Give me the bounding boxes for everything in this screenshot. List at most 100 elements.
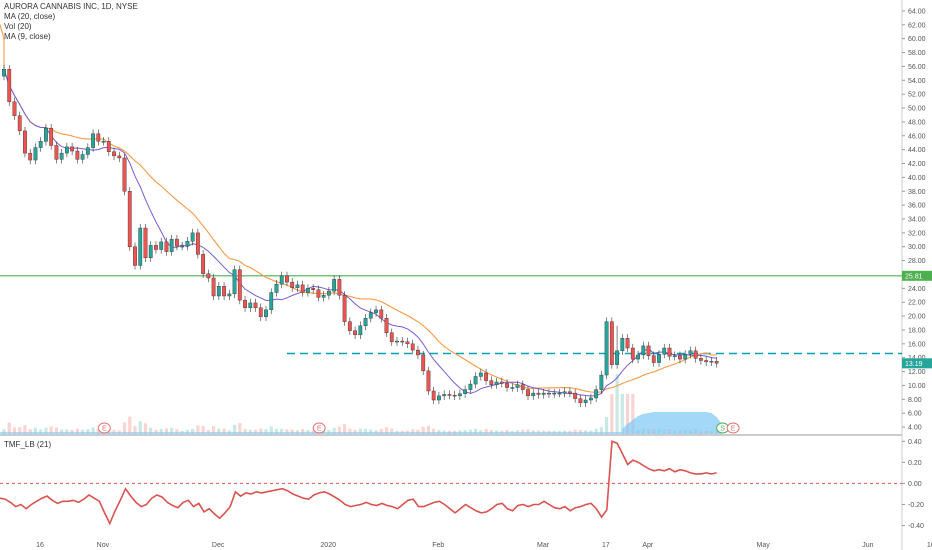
candle-body[interactable] bbox=[410, 343, 415, 351]
candle-body[interactable] bbox=[49, 127, 54, 146]
candle-body[interactable] bbox=[699, 358, 703, 361]
candle-body[interactable] bbox=[416, 349, 420, 356]
candle-body[interactable] bbox=[395, 340, 399, 343]
candle-body[interactable] bbox=[625, 338, 630, 349]
candle-body[interactable] bbox=[311, 288, 316, 290]
candle-body[interactable] bbox=[337, 279, 342, 296]
candle-body[interactable] bbox=[463, 389, 468, 394]
candle-body[interactable] bbox=[526, 389, 530, 397]
candle-body[interactable] bbox=[531, 392, 536, 397]
candle-body[interactable] bbox=[374, 309, 378, 313]
candle-body[interactable] bbox=[405, 341, 410, 345]
candle-body[interactable] bbox=[316, 289, 321, 298]
candle-body[interactable] bbox=[452, 394, 457, 397]
candle-body[interactable] bbox=[688, 350, 693, 355]
candle-body[interactable] bbox=[426, 370, 431, 392]
candle-body[interactable] bbox=[326, 290, 331, 296]
candle-body[interactable] bbox=[615, 350, 619, 365]
candle-body[interactable] bbox=[279, 275, 284, 285]
candle-body[interactable] bbox=[17, 115, 22, 132]
candle-body[interactable] bbox=[274, 283, 279, 293]
candle-body[interactable] bbox=[211, 277, 216, 297]
candle-body[interactable] bbox=[117, 155, 122, 159]
candle-body[interactable] bbox=[44, 127, 48, 142]
candle-body[interactable] bbox=[510, 387, 515, 389]
candle-body[interactable] bbox=[594, 389, 599, 399]
candle-body[interactable] bbox=[91, 133, 95, 148]
candle-body[interactable] bbox=[321, 295, 326, 298]
candle-body[interactable] bbox=[96, 133, 101, 142]
candle-body[interactable] bbox=[494, 381, 499, 385]
candle-body[interactable] bbox=[300, 284, 305, 293]
candle-body[interactable] bbox=[264, 309, 268, 317]
candle-body[interactable] bbox=[54, 145, 59, 160]
candle-body[interactable] bbox=[400, 340, 405, 343]
candle-body[interactable] bbox=[557, 392, 562, 395]
candle-body[interactable] bbox=[127, 191, 132, 247]
candle-body[interactable] bbox=[457, 393, 462, 397]
candle-body[interactable] bbox=[342, 295, 347, 322]
candle-body[interactable] bbox=[248, 302, 253, 308]
candle-body[interactable] bbox=[159, 241, 164, 250]
candle-body[interactable] bbox=[363, 317, 368, 327]
candle-body[interactable] bbox=[70, 146, 75, 152]
candle-body[interactable] bbox=[478, 372, 483, 377]
candle-body[interactable] bbox=[112, 151, 116, 157]
candle-body[interactable] bbox=[164, 241, 169, 252]
candle-body[interactable] bbox=[175, 238, 179, 247]
candle-body[interactable] bbox=[75, 150, 80, 160]
candle-body[interactable] bbox=[505, 383, 509, 388]
candle-body[interactable] bbox=[683, 354, 688, 360]
candle-body[interactable] bbox=[562, 391, 567, 394]
candle-body[interactable] bbox=[227, 293, 232, 297]
candle-body[interactable] bbox=[484, 372, 488, 381]
candle-body[interactable] bbox=[353, 330, 357, 336]
candle-body[interactable] bbox=[609, 321, 614, 365]
candle-body[interactable] bbox=[347, 321, 352, 331]
candle-body[interactable] bbox=[358, 325, 363, 336]
candle-body[interactable] bbox=[442, 394, 447, 397]
candle-body[interactable] bbox=[7, 68, 12, 102]
stock-chart[interactable]: 64.00 62.00 60.00 58.00 56.00 54.00 52.00 50.00… bbox=[0, 0, 932, 550]
candle-body[interactable] bbox=[64, 146, 69, 154]
candle-body[interactable] bbox=[169, 238, 174, 252]
candle-body[interactable] bbox=[28, 152, 33, 161]
candle-body[interactable] bbox=[33, 147, 38, 161]
candle-body[interactable] bbox=[258, 307, 263, 317]
candle-body[interactable] bbox=[620, 338, 625, 351]
candle-body[interactable] bbox=[290, 281, 295, 288]
candle-body[interactable] bbox=[243, 299, 247, 308]
candle-body[interactable] bbox=[368, 312, 373, 319]
candle-body[interactable] bbox=[599, 374, 604, 390]
candle-body[interactable] bbox=[295, 284, 300, 288]
candle-body[interactable] bbox=[667, 347, 672, 357]
candle-body[interactable] bbox=[106, 141, 111, 152]
candle-body[interactable] bbox=[662, 347, 667, 355]
candle-body[interactable] bbox=[693, 350, 698, 359]
candle-body[interactable] bbox=[672, 355, 677, 357]
candle-body[interactable] bbox=[143, 227, 148, 259]
candle-body[interactable] bbox=[185, 240, 190, 247]
candle-body[interactable] bbox=[657, 354, 661, 363]
candle-body[interactable] bbox=[468, 383, 473, 390]
candle-body[interactable] bbox=[499, 381, 504, 384]
tmf-line[interactable] bbox=[0, 440, 717, 526]
candle-body[interactable] bbox=[237, 269, 242, 301]
candle-body[interactable] bbox=[604, 321, 609, 376]
candle-body[interactable] bbox=[201, 254, 206, 274]
candle-body[interactable] bbox=[520, 384, 525, 390]
candle-body[interactable] bbox=[12, 101, 17, 116]
candle-body[interactable] bbox=[447, 394, 452, 396]
candle-body[interactable] bbox=[709, 360, 714, 363]
candle-body[interactable] bbox=[306, 288, 310, 293]
candle-body[interactable] bbox=[222, 286, 226, 297]
candle-body[interactable] bbox=[421, 354, 426, 372]
candle-body[interactable] bbox=[651, 355, 656, 363]
candle-body[interactable] bbox=[379, 309, 384, 319]
candle-body[interactable] bbox=[148, 245, 153, 259]
candle-body[interactable] bbox=[206, 273, 211, 279]
candle-body[interactable] bbox=[568, 391, 572, 394]
candle-body[interactable] bbox=[552, 392, 557, 395]
candle-body[interactable] bbox=[154, 245, 158, 250]
candle-body[interactable] bbox=[332, 279, 337, 292]
